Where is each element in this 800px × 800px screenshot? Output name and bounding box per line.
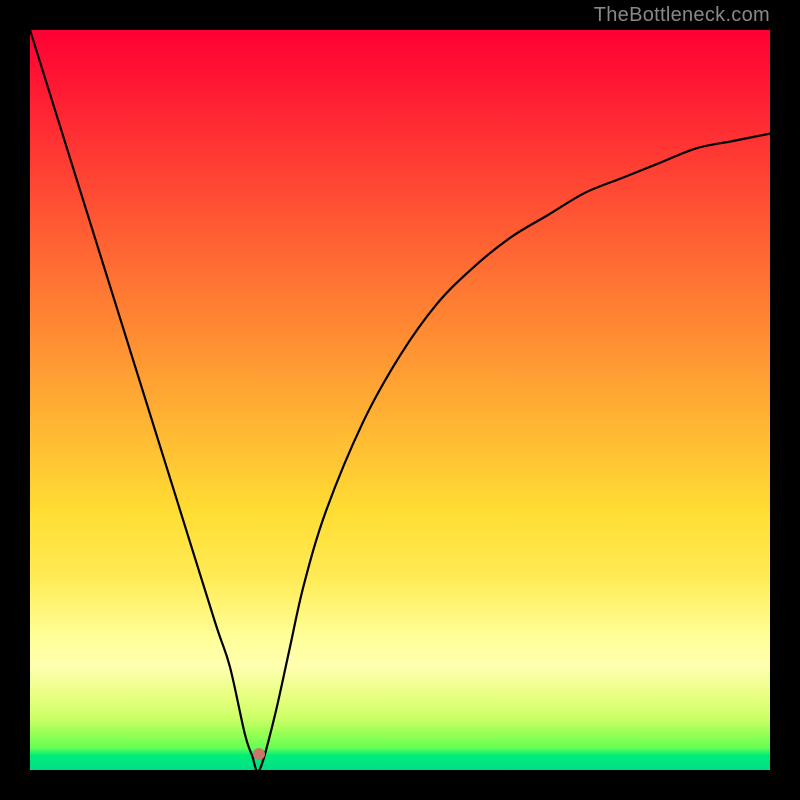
bottleneck-curve <box>30 30 770 770</box>
curve-svg <box>30 30 770 770</box>
attribution-label: TheBottleneck.com <box>594 4 770 27</box>
chart-container: TheBottleneck.com <box>0 0 800 800</box>
minimum-dot <box>253 748 265 760</box>
plot-area <box>30 30 770 770</box>
